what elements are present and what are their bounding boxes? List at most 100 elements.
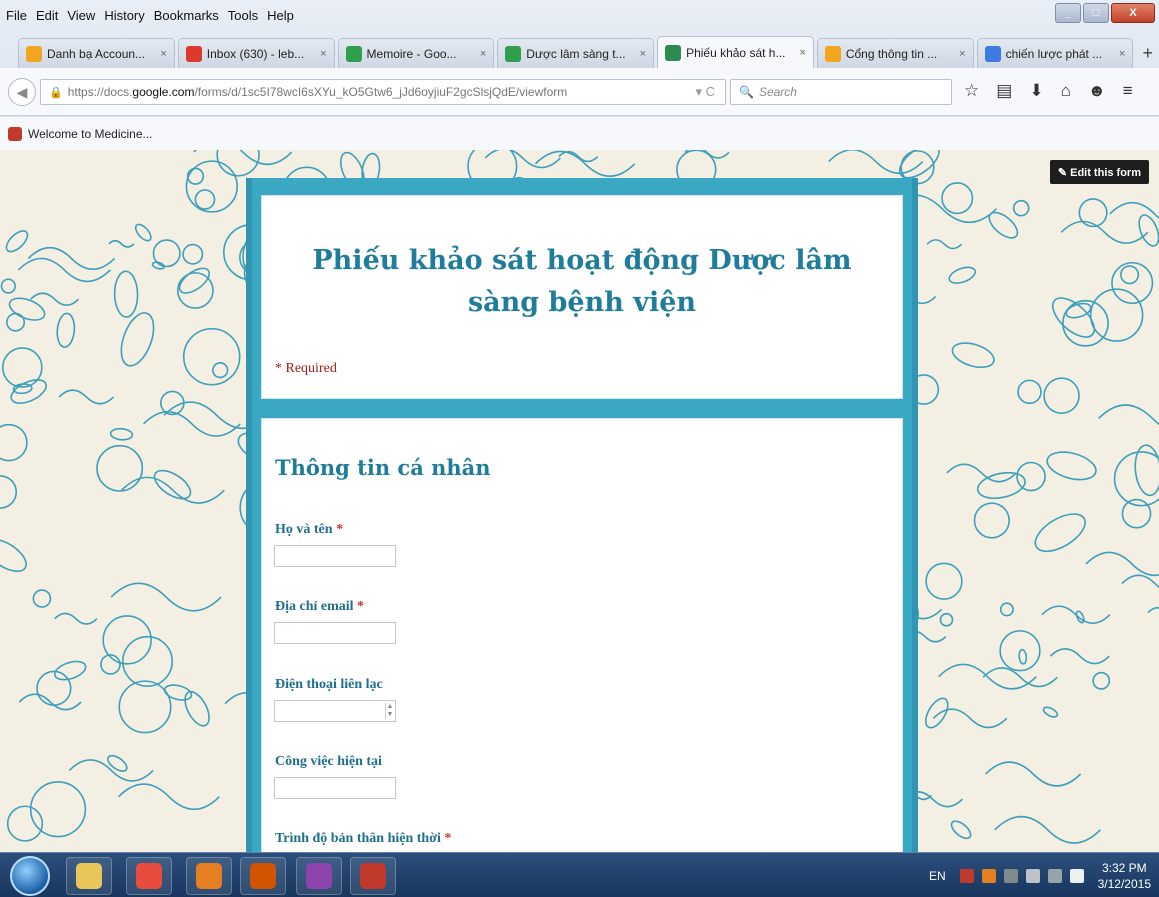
tab-6[interactable]: chiến lược phát ... × — [976, 38, 1134, 68]
doodle-shape — [212, 362, 229, 379]
taskbar-app-button[interactable] — [186, 857, 232, 895]
occupation-input[interactable] — [274, 777, 396, 799]
doodle-shape — [1098, 404, 1159, 426]
download-icon[interactable]: ⬇ — [1029, 81, 1043, 101]
close-tab-icon[interactable]: × — [160, 48, 166, 60]
phone-input[interactable]: ▲ ▼ — [274, 700, 396, 722]
network-icon[interactable] — [1003, 868, 1018, 883]
action-center-icon[interactable] — [1047, 868, 1062, 883]
doodle-shape — [134, 223, 152, 242]
close-tab-icon[interactable]: × — [1119, 48, 1125, 60]
bookmark-star-icon[interactable]: ☆ — [964, 81, 979, 101]
menu-history[interactable]: History — [104, 8, 144, 23]
menu-icon[interactable]: ≡ — [1123, 81, 1133, 101]
doodle-shape — [1, 347, 43, 388]
close-button[interactable]: X — [1111, 3, 1155, 23]
doodle-shape — [1042, 706, 1059, 718]
new-tab-button[interactable]: + — [1136, 38, 1159, 68]
search-input[interactable]: 🔍 Search — [730, 79, 952, 105]
google-drive-icon — [505, 45, 522, 62]
chrome-icon — [136, 863, 162, 889]
url-bar[interactable]: 🔒 https://docs. google.com/forms/d/1sc5I7… — [40, 79, 726, 105]
doodle-shape — [56, 312, 76, 348]
doodle-shape — [985, 761, 1082, 787]
menu-tools[interactable]: Tools — [228, 8, 258, 23]
tray-app-icon[interactable] — [981, 868, 996, 883]
edit-form-button[interactable]: ✎ Edit this form — [1049, 160, 1149, 184]
doodle-shape — [8, 297, 46, 321]
doodle-shape — [32, 589, 52, 608]
doodle-shape — [939, 612, 954, 627]
chat-icon[interactable]: ☻ — [1088, 81, 1106, 101]
taskbar-app-button[interactable] — [126, 857, 172, 895]
google-sites-icon — [824, 45, 841, 62]
form-title: Phiếu khảo sát hoạt động Dược lâm sàng b… — [312, 245, 852, 318]
bookmark-welcome-medicine[interactable]: Welcome to Medicine... — [28, 127, 153, 141]
close-tab-icon[interactable]: × — [480, 48, 486, 60]
tab-1[interactable]: Inbox (630) - leb... × — [177, 38, 335, 68]
dropdown-arrow-icon[interactable]: ▾ — [695, 84, 702, 99]
doodle-shape — [30, 292, 80, 307]
menu-file[interactable]: File — [6, 8, 27, 23]
doodle-shape — [1147, 607, 1159, 614]
doodle-shape — [107, 754, 128, 772]
taskbar-app-button[interactable] — [350, 857, 396, 895]
doodle-shape — [6, 805, 44, 842]
doodle-shape — [948, 266, 976, 284]
menu-bar: File Edit View History Bookmarks Tools H… — [0, 0, 1159, 30]
doodle-shape — [118, 783, 220, 810]
reading-list-icon[interactable]: ▤ — [996, 81, 1012, 101]
doodle-shape — [143, 411, 241, 437]
doodle-shape — [973, 502, 1010, 539]
tab-0[interactable]: Danh bạ Accoun... × — [18, 38, 175, 68]
lock-icon: 🔒 — [49, 86, 63, 99]
language-indicator[interactable]: EN — [929, 869, 946, 883]
google-search-icon — [984, 45, 1001, 62]
doodle-shape — [1049, 647, 1110, 665]
menu-bookmarks[interactable]: Bookmarks — [154, 8, 219, 23]
minimize-button[interactable]: _ — [1055, 3, 1081, 23]
doodle-shape — [1121, 574, 1159, 589]
tab-4[interactable]: Phiếu khảo sát h... × — [657, 36, 814, 68]
doodle-shape — [186, 167, 205, 185]
close-tab-icon[interactable]: × — [799, 47, 805, 59]
tab-3[interactable]: Dược lâm sàng t... × — [497, 38, 655, 68]
tab-5[interactable]: Cổng thông tin ... × — [816, 38, 974, 68]
taskbar-app-button[interactable] — [296, 857, 342, 895]
question-label-education: Trình độ bản thân hiện thời * — [275, 831, 452, 846]
full-name-input[interactable] — [274, 545, 396, 567]
taskbar-app-button[interactable] — [240, 857, 286, 895]
reload-icon[interactable]: C — [706, 84, 715, 99]
doodle-shape — [182, 327, 241, 386]
close-tab-icon[interactable]: × — [959, 48, 965, 60]
email-input[interactable] — [274, 622, 396, 644]
menu-edit[interactable]: Edit — [36, 8, 58, 23]
home-icon[interactable]: ⌂ — [1061, 81, 1071, 101]
number-stepper[interactable]: ▲ ▼ — [385, 703, 394, 719]
menu-help[interactable]: Help — [267, 8, 294, 23]
doodle-shape — [36, 670, 72, 706]
clock-date: 3/12/2015 — [1097, 876, 1151, 891]
volume-icon[interactable] — [1025, 868, 1040, 883]
form-header-card: Phiếu khảo sát hoạt động Dược lâm sàng b… — [261, 195, 903, 399]
back-arrow-icon: ◀ — [16, 83, 28, 100]
taskbar-app-button[interactable] — [66, 857, 112, 895]
flag-icon[interactable] — [1069, 868, 1084, 883]
clock[interactable]: 3:32 PM 3/12/2015 — [1098, 860, 1151, 892]
close-tab-icon[interactable]: × — [640, 48, 646, 60]
tab-2[interactable]: Memoire - Goo... × — [337, 38, 495, 68]
tray-app-icon[interactable] — [959, 868, 974, 883]
start-button[interactable] — [10, 856, 50, 896]
doodle-shape — [118, 680, 172, 734]
doodle-shape — [185, 160, 238, 213]
doodle-shape — [96, 444, 144, 492]
menu-view[interactable]: View — [67, 8, 95, 23]
doodle-shape — [53, 660, 87, 681]
maximize-button[interactable]: □ — [1083, 3, 1109, 23]
doodle-shape — [108, 239, 135, 248]
doodle-shape — [1034, 513, 1086, 553]
back-button[interactable]: ◀ — [8, 78, 36, 106]
close-tab-icon[interactable]: × — [320, 48, 326, 60]
section-title: Thông tin cá nhân — [275, 455, 491, 480]
doodle-shape — [1121, 498, 1152, 529]
